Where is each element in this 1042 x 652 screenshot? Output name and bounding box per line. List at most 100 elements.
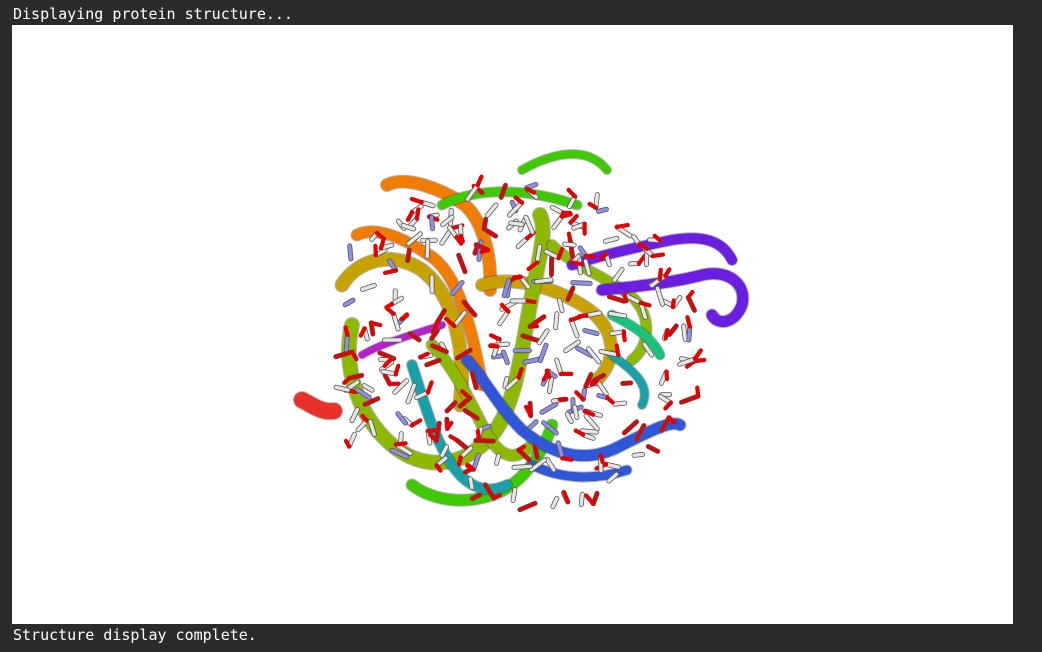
bond-55 (391, 312, 400, 331)
oxygen-bond-51 (343, 325, 350, 338)
oxygen-bond-134 (448, 434, 460, 443)
oxygen-bond-55 (384, 306, 396, 316)
oxygen-bond-121 (343, 438, 352, 449)
bond-0 (681, 324, 687, 341)
oxygen-bond-113 (525, 298, 537, 304)
oxygen-bond-150 (379, 238, 386, 251)
bond-110 (429, 215, 435, 231)
oxygen-bond-165 (686, 289, 695, 300)
bond-118 (621, 381, 633, 386)
oxygen-bond-155 (614, 223, 630, 229)
bond-156 (535, 278, 553, 284)
bond-42 (646, 444, 660, 454)
oxygen-bond-126 (393, 363, 401, 377)
bond-145 (474, 438, 496, 443)
bond-112 (533, 444, 539, 460)
bond-191 (512, 464, 533, 470)
bond-91 (580, 429, 598, 434)
bond-62 (482, 217, 488, 231)
bond-203 (511, 487, 517, 503)
oxygen-bond-122 (430, 343, 443, 351)
bond-157 (501, 350, 510, 365)
oxygen-bond-201 (513, 195, 524, 205)
bond-13 (584, 414, 599, 431)
protein-structure-render[interactable] (12, 25, 1013, 624)
bond-23 (596, 207, 609, 214)
bond-216 (632, 452, 645, 458)
bond-210 (468, 477, 474, 490)
oxygen-bond-3 (663, 267, 672, 278)
oxygen-bond-86 (489, 333, 502, 342)
bond-66 (361, 283, 376, 292)
oxygen-bond-89 (614, 343, 621, 357)
oxygen-bond-6 (405, 210, 415, 222)
oxygen-bond-93 (559, 212, 573, 219)
bond-131 (613, 401, 627, 406)
bond-49 (425, 239, 430, 259)
bond-63 (348, 244, 353, 261)
oxygen-bond-166 (475, 428, 481, 440)
oxygen-bond-132 (373, 243, 378, 258)
oxygen-bond-220 (663, 328, 670, 341)
oxygen-bond-209 (685, 315, 692, 329)
oxygen-bond-106 (409, 418, 423, 428)
bond-120 (655, 286, 665, 306)
bond-72 (494, 453, 501, 465)
oxygen-bond-217 (456, 455, 463, 467)
oxygen-bond-212 (491, 492, 502, 501)
oxygen-bond-41 (566, 231, 573, 243)
bond-174 (503, 376, 509, 389)
oxygen-bond-149 (488, 343, 500, 349)
oxygen-bond-161 (598, 453, 605, 465)
oxygen-bond-147 (560, 456, 574, 462)
oxygen-bond-43 (577, 313, 589, 319)
bond-152 (406, 248, 412, 263)
oxygen-bond-215 (670, 298, 676, 309)
oxygen-bond-100 (369, 320, 383, 328)
oxygen-bond-160 (544, 368, 552, 380)
bond-206 (425, 358, 441, 367)
oxygen-bond-136 (568, 214, 579, 225)
bond-146 (607, 295, 626, 303)
bond-14 (579, 492, 584, 507)
bond-47 (555, 358, 563, 376)
molecule-viewer[interactable] (12, 25, 1013, 624)
bond-148 (528, 420, 538, 429)
oxygen-bond-185 (394, 441, 408, 447)
bond-51 (344, 333, 350, 355)
oxygen-bond-71 (693, 357, 707, 363)
oxygen-bond-107 (414, 207, 421, 221)
oxygen-bond-38 (638, 300, 652, 308)
oxygen-bond-221 (583, 253, 596, 259)
oxygen-bond-123 (695, 385, 701, 399)
oxygen-bond-175 (566, 187, 578, 199)
bond-127 (553, 312, 559, 330)
oxygen-bond-227 (605, 395, 615, 405)
ribbon-strand-0 (294, 392, 342, 420)
oxygen-bond-154 (650, 252, 666, 258)
oxygen-bond-85 (663, 400, 673, 411)
ribbon-strand-10 (518, 150, 611, 174)
bond-196 (608, 311, 627, 318)
oxygen-bond-188 (479, 247, 490, 254)
oxygen-bond-172 (584, 493, 596, 506)
bond-109 (362, 383, 374, 392)
oxygen-bond-182 (475, 174, 484, 188)
oxygen-bond-158 (664, 369, 670, 382)
oxygen-bond-82 (657, 267, 664, 282)
output-status-start: Displaying protein structure... (13, 5, 293, 23)
oxygen-bond-80 (409, 196, 424, 205)
oxygen-bond-97 (570, 260, 584, 267)
bond-16 (622, 420, 639, 435)
bond-168 (573, 405, 579, 420)
bond-213 (563, 242, 576, 247)
bond-186 (551, 496, 559, 509)
oxygen-bond-74 (382, 268, 398, 275)
bond-218 (571, 280, 592, 286)
bond-116 (350, 407, 359, 423)
oxygen-bond-205 (425, 380, 434, 395)
bond-87 (547, 375, 554, 394)
bond-226 (343, 298, 355, 307)
oxygen-bond-194 (692, 348, 703, 362)
bond-229 (509, 221, 524, 227)
